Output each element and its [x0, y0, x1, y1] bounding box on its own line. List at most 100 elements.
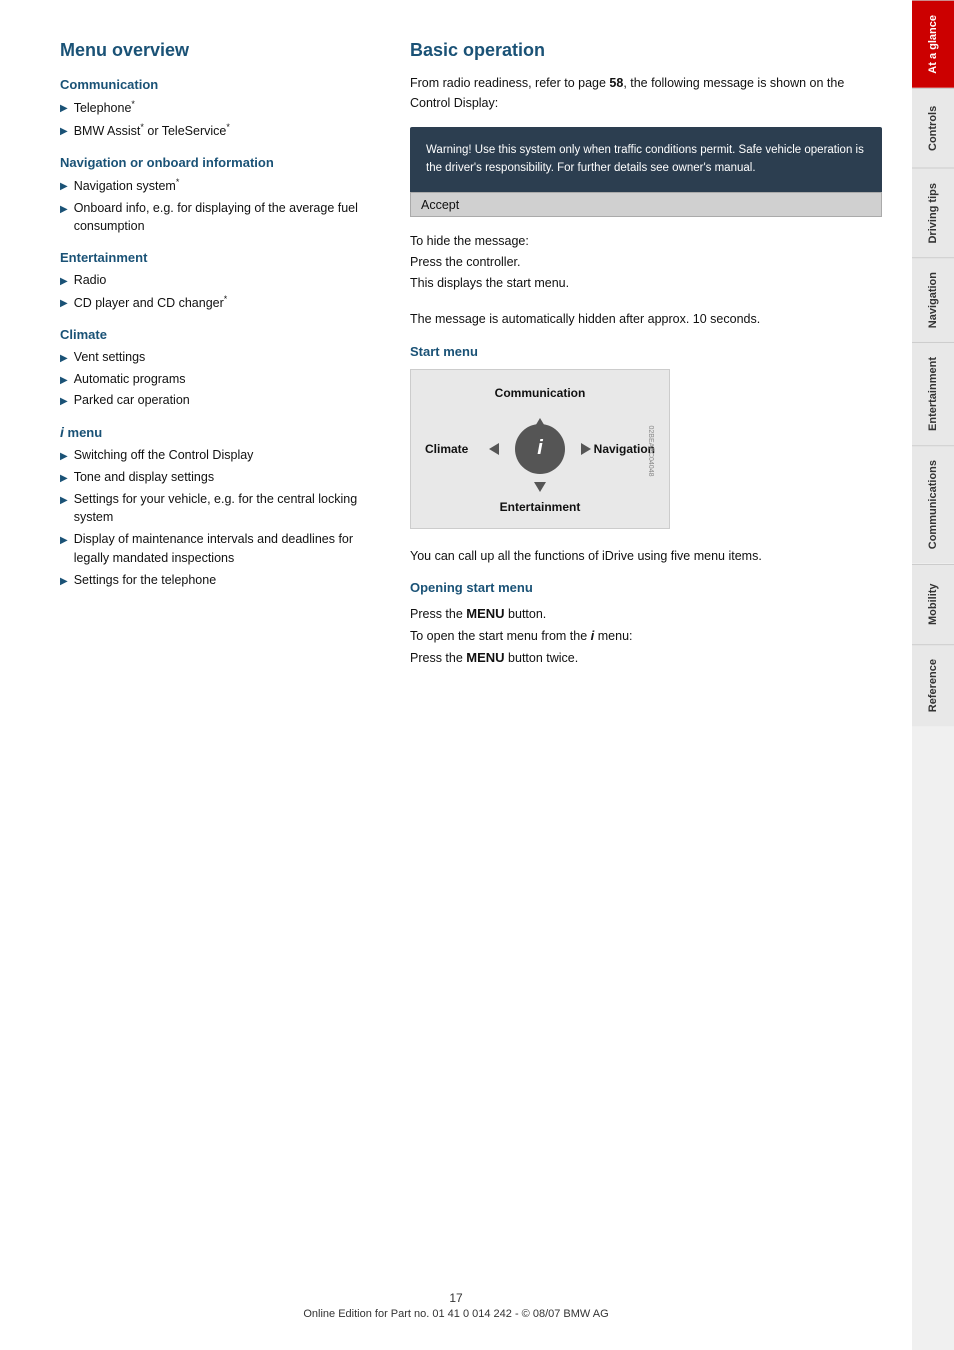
list-item: ▶ CD player and CD changer* — [60, 293, 380, 313]
list-item: ▶ Switching off the Control Display — [60, 446, 380, 465]
sidebar-tab-entertainment[interactable]: Entertainment — [912, 342, 954, 445]
arrow-icon: ▶ — [60, 574, 68, 589]
i-menu-section: i menu ▶ Switching off the Control Displ… — [60, 424, 380, 589]
page-container: Menu overview Communication ▶ Telephone*… — [0, 0, 954, 1350]
diagram-entertainment-label: Entertainment — [500, 500, 581, 514]
i-menu-item-2: Tone and display settings — [74, 468, 214, 487]
arrow-left-icon — [489, 443, 499, 455]
intro-text: From radio readiness, refer to page 58, … — [410, 73, 882, 113]
entertainment-section: Entertainment ▶ Radio ▶ CD player and CD… — [60, 250, 380, 313]
sidebar-tab-controls[interactable]: Controls — [912, 88, 954, 168]
sidebar-tab-mobility[interactable]: Mobility — [912, 564, 954, 644]
warning-text: Warning! Use this system only when traff… — [426, 144, 864, 174]
opening-line-2b: menu: — [594, 629, 632, 643]
list-item: ▶ Settings for your vehicle, e.g. for th… — [60, 490, 380, 528]
arrow-icon: ▶ — [60, 471, 68, 486]
footer: 17 Online Edition for Part no. 01 41 0 0… — [0, 1291, 912, 1320]
list-item: ▶ Navigation system* — [60, 176, 380, 196]
list-item: ▶ Tone and display settings — [60, 468, 380, 487]
menu-button-label: MENU — [466, 606, 504, 621]
arrow-icon: ▶ — [60, 274, 68, 289]
opening-text: Press the MENU button. To open the start… — [410, 603, 882, 670]
navigation-item-1: Navigation system* — [74, 176, 180, 196]
list-item: ▶ Telephone* — [60, 98, 380, 118]
communication-item-2: BMW Assist* or TeleService* — [74, 121, 230, 141]
main-content: Menu overview Communication ▶ Telephone*… — [0, 0, 912, 1350]
opening-start-menu-title: Opening start menu — [410, 580, 882, 595]
arrow-icon: ▶ — [60, 124, 68, 139]
climate-title: Climate — [60, 327, 380, 342]
arrow-icon: ▶ — [60, 449, 68, 464]
list-item: ▶ Settings for the telephone — [60, 571, 380, 590]
menu-button-label-2: MENU — [466, 650, 504, 665]
entertainment-list: ▶ Radio ▶ CD player and CD changer* — [60, 271, 380, 313]
list-item: ▶ Radio — [60, 271, 380, 290]
basic-operation-title: Basic operation — [410, 40, 882, 61]
entertainment-title: Entertainment — [60, 250, 380, 265]
diagram-box: Communication Entertainment Climate Navi… — [410, 369, 670, 529]
warning-box-container: Warning! Use this system only when traff… — [410, 127, 882, 217]
climate-item-3: Parked car operation — [74, 391, 190, 410]
sidebar-tab-reference[interactable]: Reference — [912, 644, 954, 726]
arrow-icon: ▶ — [60, 394, 68, 409]
i-menu-label: menu — [68, 425, 103, 440]
i-menu-item-5: Settings for the telephone — [74, 571, 216, 590]
climate-item-1: Vent settings — [74, 348, 146, 367]
entertainment-item-2: CD player and CD changer* — [74, 293, 228, 313]
climate-item-2: Automatic programs — [74, 370, 186, 389]
auto-hide-text: The message is automatically hidden afte… — [410, 309, 882, 330]
list-item: ▶ Vent settings — [60, 348, 380, 367]
climate-list: ▶ Vent settings ▶ Automatic programs ▶ P… — [60, 348, 380, 410]
communication-list: ▶ Telephone* ▶ BMW Assist* or TeleServic… — [60, 98, 380, 141]
left-column: Menu overview Communication ▶ Telephone*… — [60, 40, 380, 1310]
sidebar-tab-driving-tips[interactable]: Driving tips — [912, 168, 954, 258]
i-menu-item-4: Display of maintenance intervals and dea… — [74, 530, 380, 568]
sidebar-tab-navigation[interactable]: Navigation — [912, 257, 954, 342]
opening-line-1b: button. — [505, 607, 547, 621]
communication-section: Communication ▶ Telephone* ▶ BMW Assist*… — [60, 77, 380, 141]
communication-title: Communication — [60, 77, 380, 92]
i-menu-item-1: Switching off the Control Display — [74, 446, 254, 465]
i-menu-title: i menu — [60, 424, 380, 440]
sidebar-tab-at-a-glance[interactable]: At a glance — [912, 0, 954, 88]
diagram-center-icon: i — [515, 424, 565, 474]
opening-line-2a: To open the start menu from the — [410, 629, 591, 643]
i-icon: i — [60, 424, 64, 440]
navigation-item-2: Onboard info, e.g. for displaying of the… — [74, 199, 380, 237]
list-item: ▶ Display of maintenance intervals and d… — [60, 530, 380, 568]
arrow-icon: ▶ — [60, 351, 68, 366]
climate-section: Climate ▶ Vent settings ▶ Automatic prog… — [60, 327, 380, 410]
sidebar-tab-communications[interactable]: Communications — [912, 445, 954, 563]
list-item: ▶ Parked car operation — [60, 391, 380, 410]
opening-line-3b: button twice. — [505, 651, 579, 665]
arrow-down-icon — [534, 482, 546, 492]
instruction-line-1: To hide the message: — [410, 234, 529, 248]
instruction-text: To hide the message: Press the controlle… — [410, 231, 882, 295]
i-menu-list: ▶ Switching off the Control Display ▶ To… — [60, 446, 380, 589]
i-menu-item-3: Settings for your vehicle, e.g. for the … — [74, 490, 380, 528]
navigation-title: Navigation or onboard information — [60, 155, 380, 170]
communication-item-1: Telephone* — [74, 98, 135, 118]
arrow-icon: ▶ — [60, 179, 68, 194]
right-column: Basic operation From radio readiness, re… — [410, 40, 882, 1310]
list-item: ▶ Automatic programs — [60, 370, 380, 389]
accept-label: Accept — [421, 198, 459, 212]
entertainment-item-1: Radio — [74, 271, 107, 290]
diagram-climate-label: Climate — [425, 442, 468, 456]
list-item: ▶ Onboard info, e.g. for displaying of t… — [60, 199, 380, 237]
instruction-line-2: Press the controller. — [410, 255, 520, 269]
warning-box: Warning! Use this system only when traff… — [410, 127, 882, 192]
start-menu-subtitle: Start menu — [410, 344, 882, 359]
navigation-section: Navigation or onboard information ▶ Navi… — [60, 155, 380, 236]
list-item: ▶ BMW Assist* or TeleService* — [60, 121, 380, 141]
navigation-list: ▶ Navigation system* ▶ Onboard info, e.g… — [60, 176, 380, 236]
diagram-communication-label: Communication — [495, 386, 586, 400]
arrow-icon: ▶ — [60, 493, 68, 508]
arrow-icon: ▶ — [60, 101, 68, 116]
instruction-line-3: This displays the start menu. — [410, 276, 569, 290]
arrow-icon: ▶ — [60, 373, 68, 388]
start-menu-diagram: Communication Entertainment Climate Navi… — [410, 369, 680, 534]
arrow-icon: ▶ — [60, 202, 68, 217]
arrow-icon: ▶ — [60, 296, 68, 311]
opening-line-1a: Press the — [410, 607, 466, 621]
